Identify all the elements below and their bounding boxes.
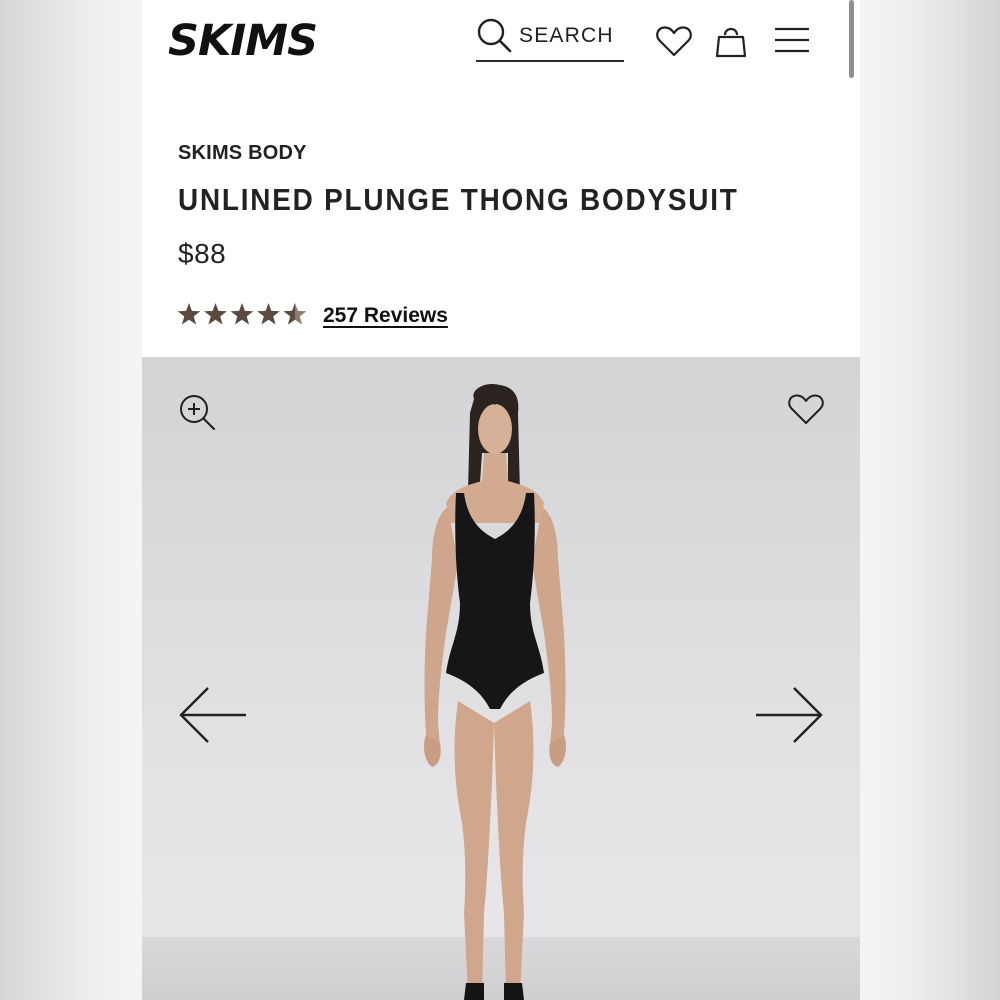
rating-stars[interactable] xyxy=(177,302,309,333)
product-title: UNLINED PLUNGE THONG BODYSUIT xyxy=(178,182,739,217)
shopping-bag-icon[interactable] xyxy=(715,23,747,64)
menu-icon[interactable] xyxy=(774,26,810,59)
site-header: SKIMS SEARCH xyxy=(142,0,860,81)
arrow-left-icon[interactable] xyxy=(178,685,248,750)
page-scrollbar[interactable] xyxy=(849,0,854,78)
product-image-gallery[interactable] xyxy=(142,357,860,1000)
product-brand: SKIMS BODY xyxy=(178,142,307,164)
heart-icon[interactable] xyxy=(656,25,692,62)
star-full-icon xyxy=(257,303,280,325)
brand-logo[interactable]: SKIMS xyxy=(168,14,346,67)
product-info: SKIMS BODY UNLINED PLUNGE THONG BODYSUIT… xyxy=(142,80,860,357)
search-icon xyxy=(476,17,514,60)
arrow-right-icon[interactable] xyxy=(754,685,824,750)
product-page: SKIMS SEARCH SKIMS BODY UNLINED PLUNGE T… xyxy=(142,0,860,1000)
logo-wordmark: SKIMS xyxy=(168,16,317,62)
search-label: SEARCH xyxy=(519,24,614,47)
product-photo-model xyxy=(424,383,566,1000)
star-full-icon xyxy=(230,303,254,325)
product-price: $88 xyxy=(178,238,227,269)
wishlist-heart-icon[interactable] xyxy=(788,393,824,430)
search-box[interactable]: SEARCH xyxy=(476,16,624,62)
star-half-icon xyxy=(283,303,307,325)
reviews-link[interactable]: 257 Reviews xyxy=(323,304,448,328)
star-full-icon xyxy=(204,303,227,325)
star-full-icon xyxy=(177,303,201,325)
zoom-in-icon[interactable] xyxy=(178,393,218,438)
